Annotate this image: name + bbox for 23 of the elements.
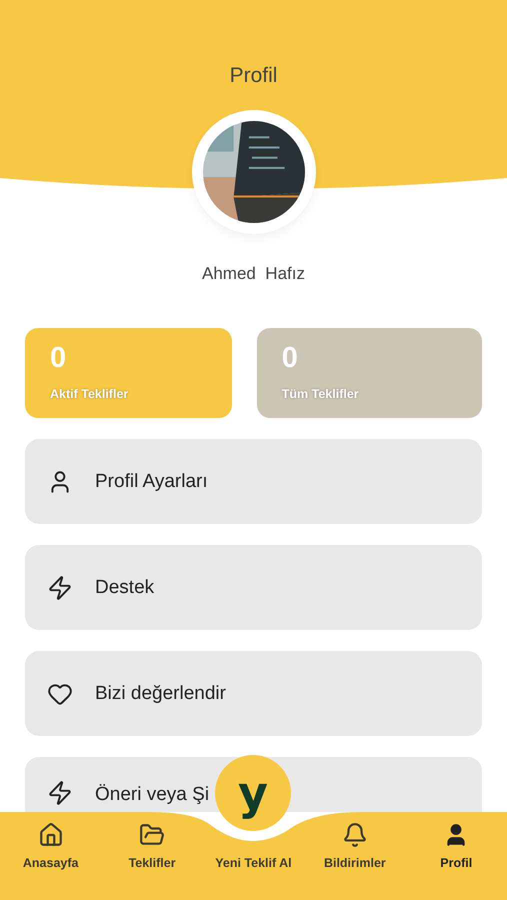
menu-label: Profil Ayarları <box>95 470 208 492</box>
stat-value: 0 <box>50 342 66 375</box>
lightning-icon <box>47 780 73 806</box>
home-icon <box>38 822 64 848</box>
stat-value: 0 <box>282 342 298 375</box>
nav-tab[interactable]: Anasayfa <box>6 822 96 870</box>
nav-tab[interactable]: Profil <box>411 822 502 870</box>
user-name: Ahmed Hafız <box>201 264 306 284</box>
menu-label: Destek <box>95 576 154 598</box>
nav-tab[interactable]: Bildirimler <box>310 822 400 870</box>
logo-button[interactable]: y <box>215 755 291 831</box>
stat-label: Aktif Teklifler <box>50 387 128 401</box>
menu-item[interactable]: Destek <box>25 545 482 630</box>
menu-item[interactable]: Bizi değerlendir <box>25 651 482 736</box>
nav-label[interactable]: Yeni Teklif Al <box>215 856 292 870</box>
stat-label: Tüm Teklifler <box>282 387 359 401</box>
menu-label: Öneri veya Şi <box>95 784 210 806</box>
bell-icon <box>342 822 368 848</box>
page-title: Profil <box>230 64 278 88</box>
menu-label: Bizi değerlendir <box>95 682 226 704</box>
lightning-icon <box>47 574 73 600</box>
nav-tab[interactable]: Teklifler <box>107 822 198 870</box>
menu-item[interactable]: Profil Ayarları <box>25 439 482 524</box>
